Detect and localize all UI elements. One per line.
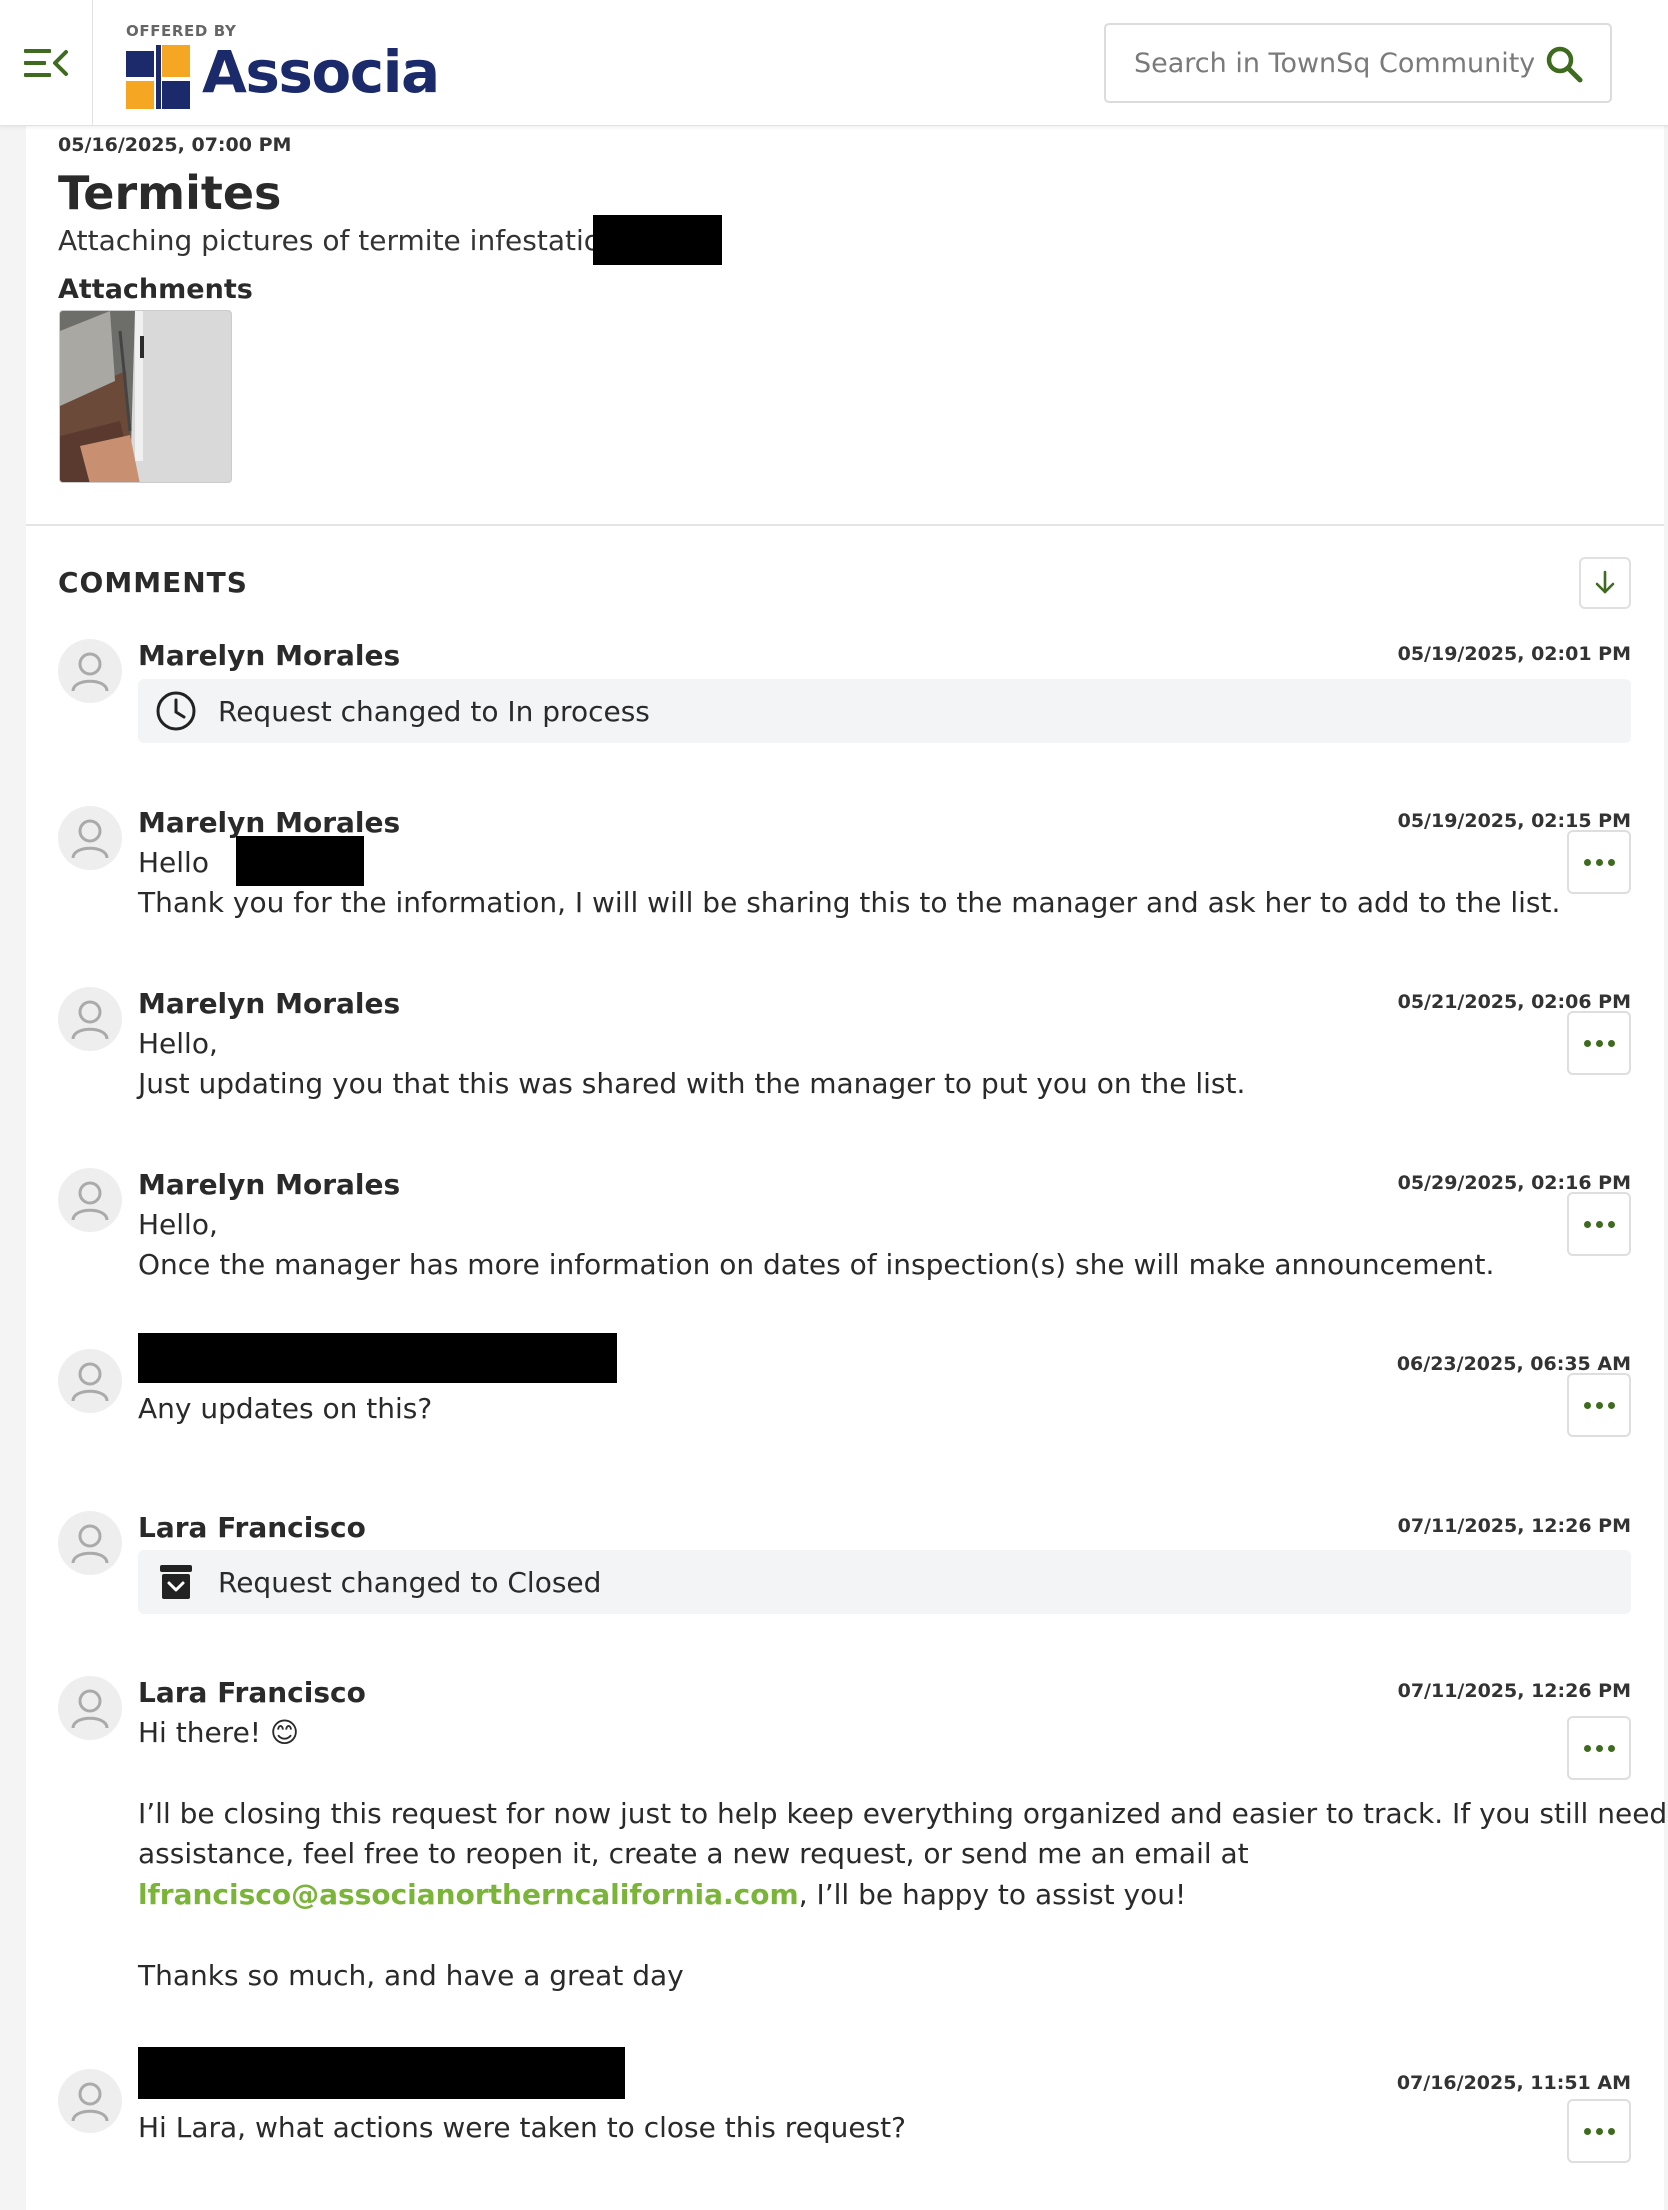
attachment-photo [60,311,231,482]
more-options-button[interactable] [1567,1011,1631,1075]
comment-line: Once the manager has more information on… [138,1248,1495,1281]
more-options-button[interactable] [1567,1192,1631,1256]
comment-timestamp: 07/16/2025, 11:51 AM [1396,2072,1631,2094]
comment-timestamp: 06/23/2025, 06:35 AM [1396,1353,1631,1375]
arrow-down-icon [1595,570,1615,594]
registered-mark: ® [404,58,415,71]
request-post: 05/16/2025, 07:00 PM Termites Attaching … [26,126,1664,526]
request-card: 05/16/2025, 07:00 PM Termites Attaching … [26,126,1668,2210]
comment-line: Hi Lara, what actions were taken to clos… [138,2111,907,2144]
user-avatar-icon [71,652,109,692]
scroll-to-latest-button[interactable] [1579,557,1631,609]
more-options-button[interactable] [1567,1373,1631,1437]
comment-author[interactable]: Marelyn Morales [138,806,400,839]
user-avatar-icon [71,1362,109,1402]
menu-collapse-button[interactable] [0,0,93,126]
comment-author[interactable]: Lara Francisco [138,1511,366,1544]
redacted-block [236,836,364,886]
status-text: Request changed to In process [218,694,650,728]
search-input[interactable] [1134,25,1534,101]
redacted-author [138,1333,617,1383]
avatar [58,987,122,1051]
status-change-in-process: Request changed to In process [138,679,1631,743]
comment-timestamp: 05/21/2025, 02:06 PM [1397,991,1631,1013]
redacted-author [138,2047,625,2099]
associa-logo-mark [126,45,190,109]
associa-logo[interactable]: OFFERED BY Associa ® [124,18,440,114]
brand-name: Associa [202,38,440,106]
comments-heading: COMMENTS [58,566,248,599]
user-avatar-icon [71,2082,109,2122]
avatar [58,2069,122,2133]
comment-line: Hi there! 😊 [138,1716,300,1749]
comment-timestamp: 05/19/2025, 02:15 PM [1397,810,1631,832]
avatar [58,1349,122,1413]
comment-author[interactable]: Marelyn Morales [138,987,400,1020]
user-avatar-icon [71,1689,109,1729]
more-options-button[interactable] [1567,1716,1631,1780]
post-date: 05/16/2025, 07:00 PM [58,134,292,156]
comment-timestamp: 05/29/2025, 02:16 PM [1397,1172,1631,1194]
more-options-button[interactable] [1567,2099,1631,2163]
avatar [58,1511,122,1575]
comment-line: assistance, feel free to reopen it, crea… [138,1837,1249,1870]
comment-timestamp: 07/11/2025, 12:26 PM [1397,1680,1631,1702]
comment-author[interactable]: Marelyn Morales [138,639,400,672]
comment-timestamp: 07/11/2025, 12:26 PM [1397,1515,1631,1537]
comment-author[interactable]: Lara Francisco [138,1676,366,1709]
archive-icon [154,1560,198,1604]
comment-line: lfrancisco@associanortherncalifornia.com… [138,1874,1186,1915]
status-change-closed: Request changed to Closed [138,1550,1631,1614]
status-text: Request changed to Closed [218,1565,602,1599]
top-header: OFFERED BY Associa ® [0,0,1668,126]
email-link[interactable]: lfrancisco@associanortherncalifornia.com [138,1878,799,1911]
comment-line: Hello, [138,1208,218,1241]
comment-author[interactable]: Marelyn Morales [138,1168,400,1201]
avatar [58,1168,122,1232]
avatar [58,639,122,703]
attachments-label: Attachments [58,274,253,305]
clock-icon [154,689,198,733]
comment-line: I’ll be closing this request for now jus… [138,1797,1668,1830]
comment-line: Hello, [138,1027,218,1060]
comment-line: Just updating you that this was shared w… [138,1067,1246,1100]
user-avatar-icon [71,819,109,859]
comment-timestamp: 05/19/2025, 02:01 PM [1397,643,1631,665]
search-box [1104,23,1612,103]
attachment-thumbnail[interactable] [59,310,232,483]
user-avatar-icon [71,1000,109,1040]
avatar [58,1676,122,1740]
user-avatar-icon [71,1181,109,1221]
post-body: Attaching pictures of termite infestatio… [58,224,654,257]
redacted-block [593,215,722,265]
menu-collapse-icon [24,49,68,77]
avatar [58,806,122,870]
more-options-button[interactable] [1567,830,1631,894]
comment-line: Any updates on this? [138,1392,433,1425]
page-title: Termites [58,166,282,220]
comment-line: Thanks so much, and have a great day [138,1959,684,1992]
user-avatar-icon [71,1524,109,1564]
comment-line-tail: , I’ll be happy to assist you! [798,1878,1187,1911]
comment-line: Hello [138,846,209,879]
search-icon[interactable] [1544,44,1584,84]
comment-line: Thank you for the information, I will wi… [138,886,1561,919]
